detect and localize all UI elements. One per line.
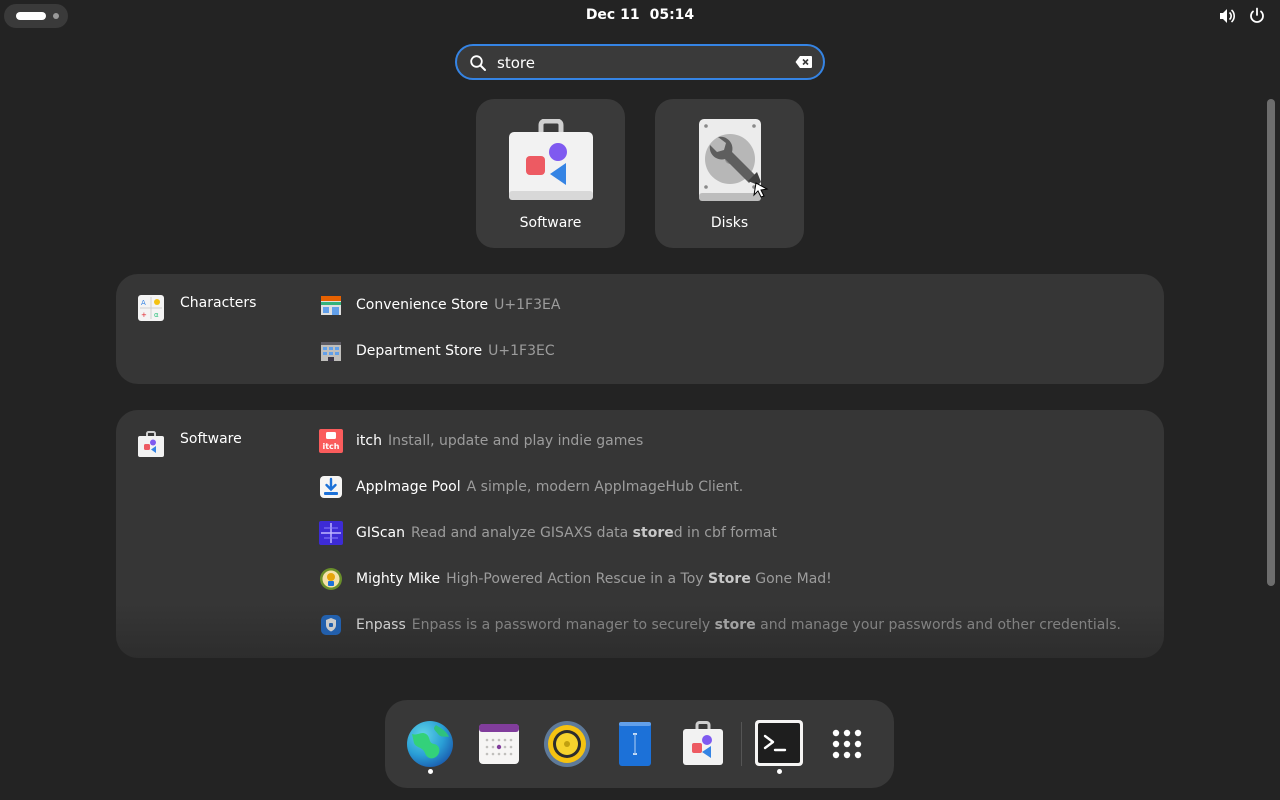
dash-dock (385, 700, 894, 788)
character-result-convenience-store[interactable]: Convenience Store U+1F3EA (319, 293, 560, 317)
character-result-department-store[interactable]: Department Store U+1F3EC (319, 339, 555, 363)
mighty-mike-icon (320, 568, 342, 590)
dock-item-browser[interactable] (402, 716, 458, 774)
svg-text:α: α (154, 311, 159, 319)
music-speaker-icon (544, 721, 590, 767)
result-description: U+1F3EC (488, 343, 555, 359)
app-result-disks[interactable]: Disks (655, 99, 804, 248)
characters-app-icon: A + α (138, 295, 164, 321)
giscan-icon (319, 521, 343, 545)
disks-icon (699, 119, 769, 201)
clear-search-icon[interactable] (795, 55, 813, 69)
search-input[interactable] (497, 52, 787, 74)
software-store-icon (138, 431, 164, 457)
result-title: GIScan (356, 525, 406, 541)
appimage-pool-icon (320, 476, 342, 498)
running-indicator (428, 769, 433, 774)
running-indicator (777, 769, 782, 774)
app-grid-icon (832, 729, 862, 759)
result-description: Enpass is a password manager to securely… (411, 617, 1121, 633)
clock-date: Dec 11 (585, 7, 640, 23)
itch-icon: itch (319, 429, 343, 453)
dock-item-text-editor[interactable] (607, 716, 663, 772)
department-store-icon (321, 342, 341, 361)
convenience-store-icon (321, 296, 341, 315)
results-scrollbar[interactable] (1267, 99, 1275, 586)
power-icon (1250, 7, 1264, 23)
app-result-label: Software (519, 215, 582, 231)
dock-separator (741, 722, 742, 766)
result-title: Mighty Mike (356, 571, 441, 587)
text-editor-icon (619, 722, 651, 766)
svg-text:+: + (141, 311, 147, 319)
software-result-giscan[interactable]: GIScan Read and analyze GISAXS data stor… (319, 521, 777, 545)
software-result-enpass[interactable]: Enpass Enpass is a password manager to s… (319, 613, 1121, 637)
app-result-software[interactable]: Software (476, 99, 625, 248)
result-description: U+1F3EA (494, 297, 561, 313)
software-result-mighty-mike[interactable]: Mighty Mike High-Powered Action Rescue i… (319, 567, 832, 591)
dock-item-app-grid[interactable] (819, 716, 875, 772)
search-icon (470, 55, 486, 71)
dock-item-software[interactable] (675, 716, 731, 772)
volume-icon (1220, 9, 1236, 23)
result-description: High-Powered Action Rescue in a Toy Stor… (446, 571, 832, 587)
result-description: Read and analyze GISAXS data stored in c… (411, 525, 777, 541)
result-title: Enpass (356, 617, 406, 633)
result-title: AppImage Pool (356, 479, 461, 495)
dock-item-terminal[interactable] (751, 716, 807, 774)
calendar-icon (479, 724, 519, 764)
enpass-icon (321, 615, 341, 635)
system-menu-button[interactable] (1218, 7, 1266, 25)
svg-text:A: A (141, 299, 146, 307)
terminal-icon (755, 720, 803, 766)
result-title: Convenience Store (356, 297, 489, 313)
svg-text:itch: itch (322, 442, 339, 451)
provider-name: Characters (180, 295, 257, 311)
app-result-label: Disks (710, 215, 749, 231)
result-description: Install, update and play indie games (387, 433, 644, 449)
provider-name: Software (180, 431, 242, 447)
dock-item-rhythmbox[interactable] (539, 716, 595, 772)
result-title: Department Store (356, 343, 483, 359)
result-title: itch (356, 433, 382, 449)
search-provider-characters: A + α Characters Convenience Store U+1F3… (116, 274, 1164, 384)
dock-item-calendar[interactable] (471, 716, 527, 772)
clock-button[interactable]: Dec 11 05:14 (0, 7, 1280, 23)
result-description: A simple, modern AppImageHub Client. (466, 479, 744, 495)
browser-globe-icon (407, 721, 453, 767)
clock-time: 05:14 (649, 7, 695, 23)
software-store-icon (683, 721, 723, 765)
software-result-appimage-pool[interactable]: AppImage Pool A simple, modern AppImageH… (319, 475, 743, 499)
top-bar: Dec 11 05:14 (0, 0, 1280, 32)
software-store-icon (509, 119, 593, 200)
search-entry[interactable] (455, 44, 825, 80)
search-provider-software: Software itch itch Install, update and p… (116, 410, 1164, 658)
software-result-itch[interactable]: itch itch Install, update and play indie… (319, 429, 643, 453)
